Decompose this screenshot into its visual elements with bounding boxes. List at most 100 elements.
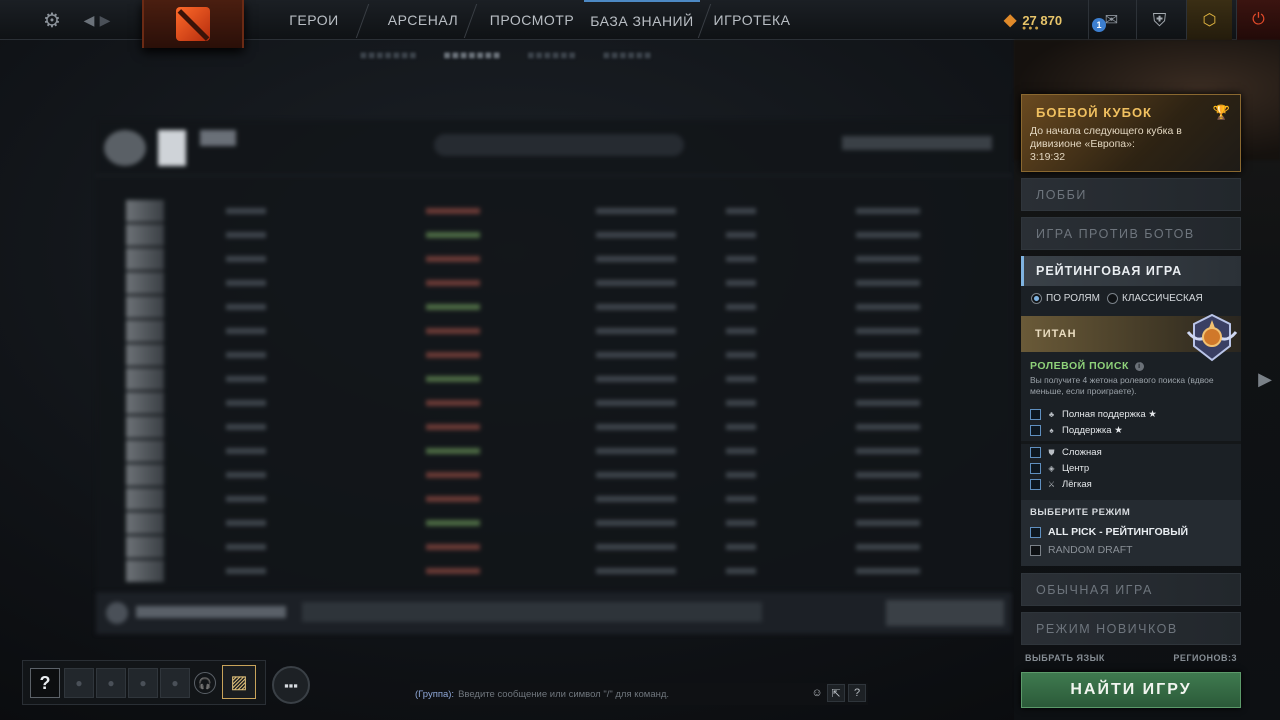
- party-slot[interactable]: ●: [64, 668, 94, 698]
- hero-portrait: [126, 368, 164, 390]
- party-slot[interactable]: ●: [160, 668, 190, 698]
- battle-cup-timer: 3:19:32: [1030, 151, 1066, 163]
- mode-unranked[interactable]: ОБЫЧНАЯ ИГРА: [1021, 573, 1241, 606]
- blurred-cell: [726, 208, 756, 214]
- blurred-cell: [856, 208, 920, 214]
- blurred-cell: [596, 544, 676, 550]
- battle-cup-panel[interactable]: БОЕВОЙ КУБОК 🏆 До начала следующего кубк…: [1021, 94, 1241, 172]
- blurred-cell: [426, 328, 480, 334]
- blurred-cell: [726, 352, 756, 358]
- blurred-cell: [856, 472, 920, 478]
- radio-dot-selected: [1031, 292, 1042, 304]
- role-hard-support[interactable]: ♣ Полная поддержка ★: [1030, 407, 1157, 422]
- regions-select[interactable]: РЕГИОНОВ:3: [1173, 653, 1237, 663]
- checkbox-checked[interactable]: [1030, 526, 1041, 538]
- select-mode-title: ВЫБЕРИТЕ РЕЖИМ: [1030, 507, 1131, 518]
- blurred-cell: [226, 400, 266, 406]
- party-slot[interactable]: ●: [96, 668, 126, 698]
- mail-icon[interactable]: ✉ 1: [1088, 0, 1134, 40]
- role-soft-support[interactable]: ♠ Поддержка ★: [1030, 423, 1123, 438]
- checkbox[interactable]: [1030, 447, 1041, 458]
- checkbox[interactable]: [1030, 544, 1041, 556]
- party-slot[interactable]: ●: [128, 668, 158, 698]
- language-select[interactable]: ВЫБРАТЬ ЯЗЫК: [1025, 653, 1105, 663]
- role-mid[interactable]: ◈ Центр: [1030, 461, 1089, 476]
- nav-arsenal[interactable]: АРСЕНАЛ: [378, 0, 468, 40]
- blurred-tab: ■■■■■■: [527, 48, 577, 62]
- checkbox[interactable]: [1030, 479, 1041, 490]
- mid-icon: ◈: [1048, 464, 1055, 473]
- chevron-left-icon[interactable]: ◀: [82, 0, 96, 40]
- chat-channel[interactable]: (Группа):: [415, 689, 454, 700]
- blurred-cell: [726, 328, 756, 334]
- checkbox[interactable]: [1030, 425, 1041, 436]
- power-icon[interactable]: ⏻: [1236, 0, 1280, 40]
- chat-help-icon[interactable]: ?: [848, 684, 866, 702]
- blurred-cell: [596, 400, 676, 406]
- gear-icon[interactable]: ⚙: [38, 0, 66, 40]
- table-row: [126, 368, 986, 390]
- hero-portrait: [126, 272, 164, 294]
- role-safelane[interactable]: ⚔ Лёгкая: [1030, 477, 1092, 492]
- table-row: [126, 272, 986, 294]
- chevron-right-icon[interactable]: ▶: [1256, 368, 1274, 390]
- headset-icon[interactable]: 🎧: [194, 672, 216, 694]
- blurred-cell: [226, 448, 266, 454]
- help-icon[interactable]: ?: [30, 668, 60, 698]
- blurred-cell: [856, 352, 920, 358]
- mode-ranked[interactable]: РЕЙТИНГОВАЯ ИГРА: [1021, 256, 1241, 286]
- rank-badge-icon[interactable]: ▨: [222, 665, 256, 699]
- hero-portrait: [126, 512, 164, 534]
- hero-portrait: [126, 344, 164, 366]
- blurred-cell: [856, 328, 920, 334]
- mode-newbie[interactable]: РЕЖИМ НОВИЧКОВ: [1021, 612, 1241, 645]
- nav-heroes[interactable]: ГЕРОИ: [270, 0, 358, 40]
- blurred-cell: [726, 304, 756, 310]
- blurred-cell: [726, 472, 756, 478]
- safelane-icon: ⚔: [1047, 480, 1056, 489]
- table-row: [126, 320, 986, 342]
- blurred-cell: [226, 544, 266, 550]
- more-stats-blurred: [96, 592, 1012, 634]
- group-finder-icon[interactable]: ▪▪▪: [272, 666, 310, 704]
- dota-logo[interactable]: [142, 0, 244, 48]
- nav-knowledge-base[interactable]: БАЗА ЗНАНИЙ: [584, 0, 700, 40]
- blurred-cell: [856, 400, 920, 406]
- match-history-blurred: [96, 120, 1012, 590]
- shield-icon[interactable]: ⛨: [1136, 0, 1182, 40]
- role-offlane[interactable]: ⛊ Сложная: [1030, 445, 1102, 460]
- checkbox[interactable]: [1030, 463, 1041, 474]
- nav-arcade[interactable]: ИГРОТЕКА: [712, 0, 792, 40]
- radio-classic[interactable]: КЛАССИЧЕСКАЯ: [1107, 291, 1203, 305]
- offlane-icon: ⛊: [1048, 447, 1055, 457]
- mode-random-draft-label: RANDOM DRAFT: [1048, 544, 1133, 556]
- plus-hex-icon[interactable]: ⬡: [1186, 0, 1232, 40]
- blurred-cell: [726, 256, 756, 262]
- chevron-right-icon[interactable]: ▶: [98, 0, 112, 40]
- radio-by-roles[interactable]: ПО РОЛЯМ: [1031, 291, 1100, 305]
- hero-portrait: [126, 560, 164, 582]
- hero-portrait: [126, 416, 164, 438]
- blurred-cell: [596, 472, 676, 478]
- chat-input[interactable]: (Группа): Введите сообщение или символ "…: [410, 683, 868, 705]
- blurred-cell: [226, 280, 266, 286]
- soft-support-icon: ♠: [1049, 426, 1054, 435]
- blurred-cell: [426, 472, 480, 478]
- mode-all-pick[interactable]: ALL PICK - РЕЙТИНГОВЫЙ: [1030, 524, 1188, 540]
- mode-bots[interactable]: ИГРА ПРОТИВ БОТОВ: [1021, 217, 1241, 250]
- mode-lobby[interactable]: ЛОББИ: [1021, 178, 1241, 211]
- blurred-cell: [426, 496, 480, 502]
- notification-badge: 1: [1092, 18, 1106, 32]
- blurred-cell: [856, 376, 920, 382]
- mode-random-draft[interactable]: RANDOM DRAFT: [1030, 542, 1133, 558]
- blurred-cell: [226, 328, 266, 334]
- emoji-icon[interactable]: ☺: [808, 684, 826, 702]
- nav-watch[interactable]: ПРОСМОТР: [486, 0, 578, 40]
- checkbox[interactable]: [1030, 409, 1041, 420]
- blurred-cell: [726, 424, 756, 430]
- chat-expand-icon[interactable]: ⇱: [827, 684, 845, 702]
- table-row: [126, 536, 986, 558]
- info-icon[interactable]: i: [1134, 361, 1144, 371]
- hero-portrait: [126, 464, 164, 486]
- find-game-button[interactable]: НАЙТИ ИГРУ: [1021, 672, 1241, 708]
